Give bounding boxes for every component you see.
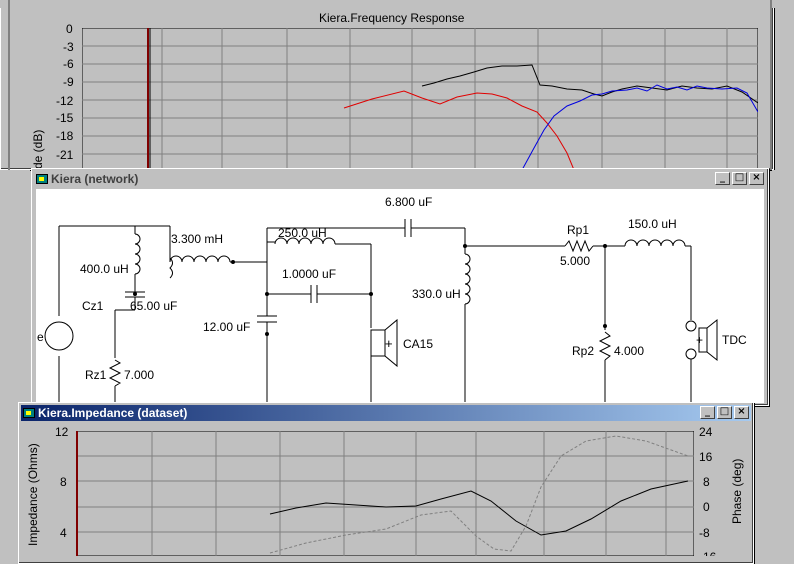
label-c-series-top: 6.800 uF [385, 195, 433, 209]
impedance-left-tick: 4 [60, 526, 67, 540]
freq-y-tick: -9 [63, 75, 74, 89]
svg-text:+: + [385, 336, 393, 351]
label-l-shunt-tweeter: 330.0 uH [412, 287, 461, 301]
minimize-button[interactable]: _ [700, 406, 715, 419]
freq-y-tick: -6 [63, 57, 74, 71]
impedance-y-right-label: Phase (deg) [730, 458, 744, 524]
label-tweeter: TDC [722, 333, 747, 347]
label-rp1-name: Rp1 [567, 223, 590, 237]
label-rp2-value: 4.000 [614, 344, 645, 358]
label-cz1-value: 65.00 uF [130, 299, 178, 313]
impedance-window-title: Kiera.Impedance (dataset) [38, 406, 188, 420]
app-icon [36, 174, 48, 184]
label-rp2-name: Rp2 [572, 344, 595, 358]
label-c-shunt: 12.00 uF [203, 320, 251, 334]
impedance-left-tick: 12 [55, 425, 69, 439]
impedance-right-tick: 16 [699, 450, 713, 464]
impedance-y-left-label: Impedance (Ohms) [26, 443, 40, 546]
app-icon [23, 408, 35, 418]
background-right-strip [772, 170, 794, 556]
freq-y-tick: -18 [56, 129, 74, 143]
close-button[interactable]: × [749, 172, 764, 185]
freq-y-tick: -12 [56, 94, 74, 108]
label-source-partial: e [37, 330, 44, 344]
label-woofer: CA15 [403, 337, 434, 351]
top-scroll-edge [0, 0, 794, 8]
label-rp1-value: 5.000 [560, 254, 591, 268]
freq-window-right-border [770, 0, 772, 170]
freq-y-tick: -3 [63, 40, 74, 54]
impedance-left-tick: 8 [60, 475, 67, 489]
label-l-shunt-woofer: 400.0 uH [80, 262, 129, 276]
freq-y-tick: -15 [56, 111, 74, 125]
minimize-button[interactable]: _ [715, 172, 730, 185]
freq-y-axis-label: de (dB) [31, 129, 45, 169]
impedance-right-tick: -8 [699, 526, 710, 540]
svg-text:+: + [696, 333, 703, 347]
impedance-right-tick: 0 [703, 500, 710, 514]
freq-chart-title: Kiera.Frequency Response [319, 11, 465, 25]
maximize-button[interactable]: □ [732, 172, 747, 185]
source-symbol [44, 321, 74, 351]
maximize-button[interactable]: □ [717, 406, 732, 419]
impedance-titlebar[interactable]: Kiera.Impedance (dataset) _ □ × [21, 405, 751, 421]
freq-y-tick: -21 [56, 148, 74, 162]
label-l1: 3.300 mH [171, 232, 224, 246]
label-rz1-name: Rz1 [85, 368, 107, 382]
freq-window-left-border [8, 0, 10, 170]
impedance-right-tick: -16 [699, 550, 716, 556]
frequency-response-plot [82, 28, 758, 170]
label-l-tweeter: 150.0 uH [628, 217, 677, 231]
label-c-bridge: 1.0000 uF [282, 267, 337, 281]
close-button[interactable]: × [734, 406, 749, 419]
freq-y-tick: 0 [66, 22, 73, 36]
network-window-title: Kiera (network) [51, 172, 139, 186]
background-left-strip [0, 170, 30, 404]
label-l2: 250.0 uH [278, 226, 327, 240]
label-rz1-value: 7.000 [124, 368, 155, 382]
impedance-plot [76, 431, 694, 556]
label-cz1-name: Cz1 [82, 299, 104, 313]
impedance-right-tick: 24 [699, 425, 713, 439]
network-titlebar[interactable]: Kiera (network) _ □ × [34, 171, 766, 187]
impedance-right-tick: 8 [703, 475, 710, 489]
